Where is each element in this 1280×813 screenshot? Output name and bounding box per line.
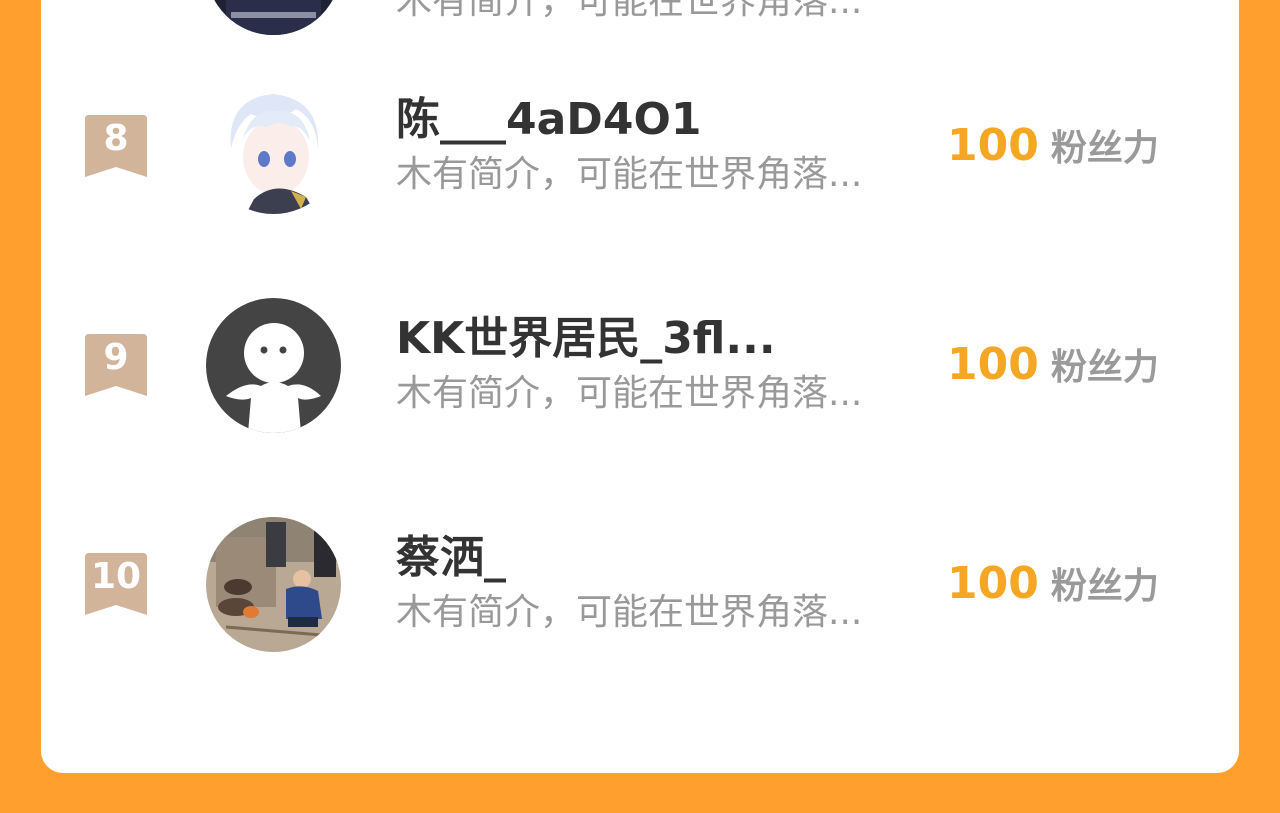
avatar[interactable] <box>206 517 341 652</box>
fan-power-score: 100 粉丝力 <box>947 340 1159 399</box>
anime-character-avatar-icon <box>206 79 341 214</box>
rank-number: 9 <box>103 337 129 378</box>
rank-badge: 8 <box>85 115 147 177</box>
list-item[interactable]: 8 陈___4aD4O1 木有简介，可能在世界角落... 100 粉丝力 <box>41 79 1239 255</box>
score-value: 100 <box>947 120 1039 171</box>
score-value: 100 <box>947 339 1039 390</box>
user-bio: 木有简介，可能在世界角落... <box>396 374 863 414</box>
user-name[interactable]: KK世界居民_3fl... <box>396 314 776 364</box>
photo-avatar-icon <box>206 517 341 652</box>
list-item[interactable]: 9 KK世界居民_3fl... 木有简介，可能在世界角落... 100 粉丝力 <box>41 298 1239 474</box>
score-unit: 粉丝力 <box>1050 347 1159 388</box>
fan-power-score: 100 粉丝力 <box>947 121 1159 180</box>
avatar[interactable] <box>206 298 341 433</box>
default-user-avatar-icon <box>206 298 341 433</box>
user-bio: 木有简介，可能在世界角落... <box>396 593 863 633</box>
user-name[interactable]: 陈___4aD4O1 <box>396 95 701 145</box>
fan-power-score: 100 粉丝力 <box>947 559 1159 618</box>
avatar[interactable] <box>206 79 341 214</box>
user-bio: 木有简介，可能在世界角落... <box>396 0 863 22</box>
rank-number: 8 <box>103 118 129 159</box>
user-name[interactable]: 蔡洒_ <box>396 533 506 583</box>
rank-badge: 10 <box>85 553 147 615</box>
score-unit: 粉丝力 <box>1050 566 1159 607</box>
list-item[interactable]: 10 蔡洒_ 木有简介，可能在世界角落... 100 粉丝力 <box>41 517 1239 693</box>
list-item-partial[interactable]: 木有简介，可能在世界角落... <box>41 0 1239 100</box>
score-value: 100 <box>947 558 1039 609</box>
ranking-card: 木有简介，可能在世界角落... 8 陈___4aD4O1 木有简介，可能在世界角… <box>41 0 1239 773</box>
score-unit: 粉丝力 <box>1050 128 1159 169</box>
user-bio: 木有简介，可能在世界角落... <box>396 155 863 195</box>
rank-number: 10 <box>90 556 142 597</box>
rank-badge: 9 <box>85 334 147 396</box>
avatar[interactable] <box>206 0 341 35</box>
